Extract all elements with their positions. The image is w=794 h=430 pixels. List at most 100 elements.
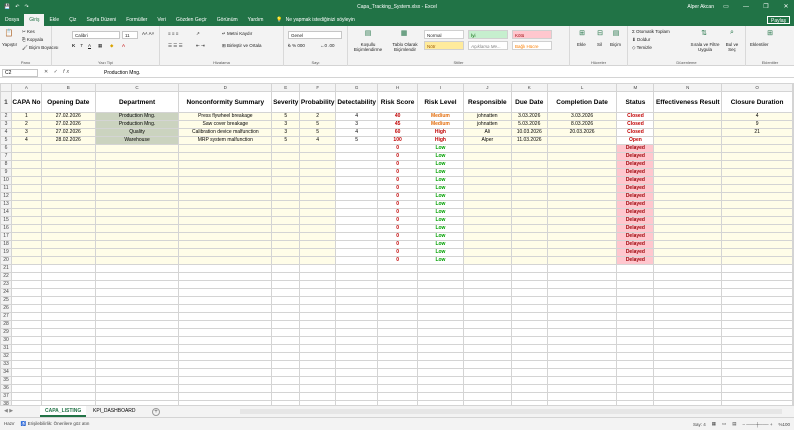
table-cell[interactable] xyxy=(792,168,794,177)
table-cell[interactable] xyxy=(94,320,180,329)
table-cell[interactable] xyxy=(377,296,419,305)
table-cell[interactable] xyxy=(40,200,96,209)
table-cell[interactable] xyxy=(271,248,301,257)
tab-home[interactable]: Giriş xyxy=(24,14,45,26)
table-cell[interactable]: MRP system malfunction xyxy=(178,136,273,145)
table-cell[interactable] xyxy=(792,344,794,353)
table-cell[interactable] xyxy=(721,384,793,393)
table-cell[interactable]: 20.03.2026 xyxy=(546,128,618,137)
table-cell[interactable]: 5 xyxy=(299,128,337,137)
table-cell[interactable] xyxy=(271,232,301,241)
table-cell[interactable] xyxy=(792,360,794,369)
table-cell[interactable] xyxy=(299,152,337,161)
table-cell[interactable] xyxy=(721,272,793,281)
table-cell[interactable]: 4 xyxy=(10,136,42,145)
fill-button[interactable]: ⬇ Doldur xyxy=(632,37,650,43)
table-cell[interactable] xyxy=(653,264,723,273)
row-header[interactable]: 12 xyxy=(0,192,12,201)
table-cell[interactable] xyxy=(10,248,42,257)
row-header[interactable]: 27 xyxy=(0,312,12,321)
row-header[interactable]: 9 xyxy=(0,168,12,177)
table-cell[interactable] xyxy=(335,320,379,329)
table-cell[interactable] xyxy=(94,384,180,393)
table-cell[interactable] xyxy=(10,160,42,169)
table-cell[interactable] xyxy=(721,232,793,241)
tell-me-box[interactable]: 💡 Ne yapmak istediğinizi söyleyin xyxy=(276,17,354,23)
table-cell[interactable] xyxy=(335,312,379,321)
table-cell[interactable] xyxy=(40,224,96,233)
table-cell[interactable] xyxy=(271,168,301,177)
zoom-level[interactable]: %100 xyxy=(778,422,790,427)
table-cell[interactable] xyxy=(546,184,618,193)
table-cell[interactable] xyxy=(792,264,794,273)
table-cell[interactable] xyxy=(271,392,301,401)
table-cell[interactable] xyxy=(299,280,337,289)
table-cell[interactable] xyxy=(377,328,419,337)
table-cell[interactable] xyxy=(792,320,794,329)
table-cell[interactable] xyxy=(271,304,301,313)
table-cell[interactable]: High xyxy=(417,136,464,145)
table-cell[interactable] xyxy=(417,368,464,377)
table-cell[interactable]: Medium xyxy=(417,112,464,121)
table-cell[interactable] xyxy=(271,368,301,377)
table-cell[interactable] xyxy=(94,360,180,369)
tab-help[interactable]: Yardım xyxy=(243,14,269,26)
style-linked-cell[interactable]: Bağlı Hücre xyxy=(512,41,552,50)
tab-insert[interactable]: Ekle xyxy=(44,14,64,26)
autosum-button[interactable]: Σ Otomatik Toplam xyxy=(632,29,670,34)
row-header[interactable]: 30 xyxy=(0,336,12,345)
table-cell[interactable] xyxy=(40,320,96,329)
table-cell[interactable]: Low xyxy=(417,200,464,209)
table-cell[interactable] xyxy=(40,352,96,361)
table-cell[interactable] xyxy=(40,328,96,337)
table-cell[interactable]: 3 xyxy=(10,128,42,137)
table-cell[interactable] xyxy=(792,352,794,361)
row-header[interactable]: 7 xyxy=(0,152,12,161)
table-cell[interactable] xyxy=(510,240,548,249)
table-cell[interactable] xyxy=(417,384,464,393)
table-cell[interactable]: 4 xyxy=(335,112,379,121)
table-cell[interactable] xyxy=(510,192,548,201)
row-header[interactable]: 14 xyxy=(0,208,12,217)
table-cell[interactable]: 4 xyxy=(299,136,337,145)
table-cell[interactable] xyxy=(10,384,42,393)
table-cell[interactable] xyxy=(377,344,419,353)
table-cell[interactable] xyxy=(792,376,794,385)
table-cell[interactable] xyxy=(721,352,793,361)
table-cell[interactable] xyxy=(271,264,301,273)
table-cell[interactable]: 0 xyxy=(377,200,419,209)
table-cell[interactable]: Low xyxy=(417,232,464,241)
table-cell[interactable] xyxy=(417,360,464,369)
format-as-table-button[interactable]: Tablo Olarak Biçimlendir xyxy=(388,42,422,52)
table-cell[interactable] xyxy=(462,224,512,233)
table-cell[interactable] xyxy=(10,280,42,289)
table-cell[interactable] xyxy=(462,352,512,361)
table-cell[interactable] xyxy=(462,152,512,161)
table-cell[interactable] xyxy=(178,200,273,209)
table-cell[interactable] xyxy=(94,296,180,305)
table-cell[interactable] xyxy=(417,264,464,273)
table-cell[interactable] xyxy=(462,304,512,313)
table-cell[interactable] xyxy=(335,336,379,345)
table-cell[interactable] xyxy=(299,184,337,193)
table-cell[interactable] xyxy=(616,336,655,345)
row-header[interactable]: 8 xyxy=(0,160,12,169)
table-cell[interactable] xyxy=(335,376,379,385)
table-cell[interactable] xyxy=(178,168,273,177)
table-cell[interactable] xyxy=(178,272,273,281)
spreadsheet-grid[interactable]: A B C D E F G H I J K L M N O 1 CAPA No Opening Date Depar… xyxy=(0,83,794,405)
table-cell[interactable] xyxy=(178,312,273,321)
style-neutral[interactable]: Nötr xyxy=(424,41,464,50)
table-cell[interactable] xyxy=(94,352,180,361)
table-cell[interactable]: 2 xyxy=(299,112,337,121)
table-cell[interactable] xyxy=(616,304,655,313)
row-header[interactable]: 18 xyxy=(0,240,12,249)
table-cell[interactable] xyxy=(335,368,379,377)
table-cell[interactable] xyxy=(40,392,96,401)
table-cell[interactable]: 10.03.2026 xyxy=(510,128,548,137)
table-cell[interactable] xyxy=(178,384,273,393)
share-button[interactable]: Paylaş xyxy=(766,16,790,24)
table-cell[interactable] xyxy=(178,184,273,193)
table-cell[interactable] xyxy=(271,336,301,345)
table-cell[interactable] xyxy=(10,368,42,377)
